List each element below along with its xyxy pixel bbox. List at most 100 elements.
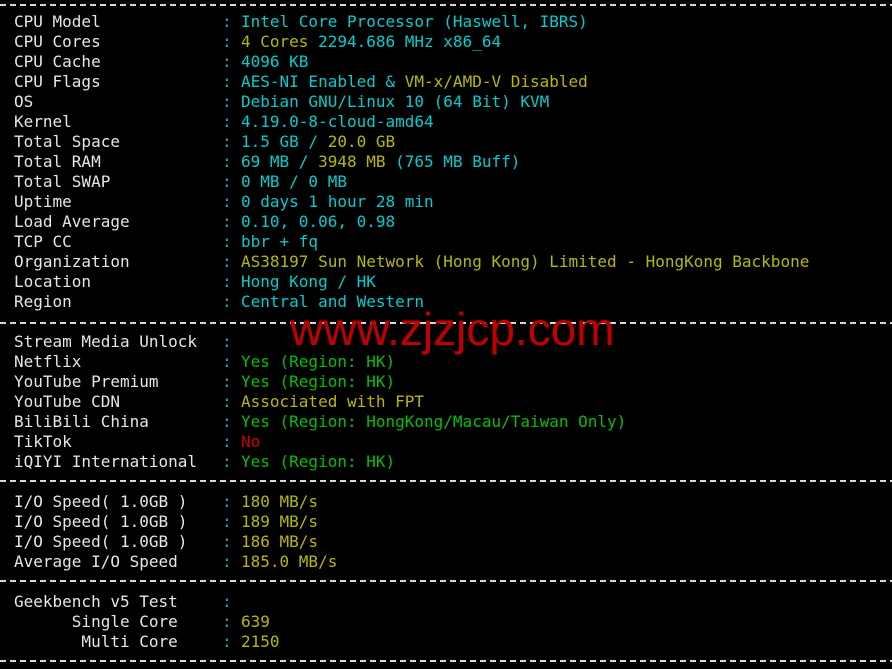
- info-row-value: Yes (Region: HK): [241, 452, 395, 472]
- info-row: Netflix: Yes (Region: HK): [0, 352, 892, 372]
- info-row-label: Load Average: [14, 212, 130, 231]
- info-row-value-segment: (765 MB Buff): [395, 152, 521, 171]
- info-row: Region: Central and Western: [0, 292, 892, 312]
- info-row-label: YouTube Premium: [14, 372, 159, 391]
- info-row: Single Core:639: [0, 612, 892, 632]
- info-row-colon: :: [222, 132, 232, 151]
- info-row-label: Kernel: [14, 112, 72, 131]
- terminal-window: CPU Model: Intel Core Processor (Haswell,…: [0, 0, 892, 669]
- info-row-colon: :: [222, 92, 232, 111]
- section-separator: [0, 480, 892, 482]
- info-row-value: 69 MB / 3948 MB (765 MB Buff): [241, 152, 520, 172]
- section-separator: [0, 580, 892, 582]
- info-row: Stream Media Unlock:: [0, 332, 892, 352]
- info-row-value: AS38197 Sun Network (Hong Kong) Limited …: [241, 252, 809, 272]
- info-row-colon: :: [222, 172, 232, 191]
- info-row-value: 189 MB/s: [241, 512, 318, 532]
- section-separator: [0, 322, 892, 324]
- info-row-label: Stream Media Unlock: [14, 332, 198, 351]
- info-row-value: Yes (Region: HK): [241, 352, 395, 372]
- info-row-label: Geekbench v5 Test: [14, 592, 178, 611]
- info-row: YouTube Premium: Yes (Region: HK): [0, 372, 892, 392]
- info-row-colon: :: [222, 292, 232, 311]
- info-row-colon: :: [222, 632, 232, 651]
- info-row-label: Region: [14, 292, 72, 311]
- info-row-value-segment: 0 days 1 hour 28 min: [241, 192, 434, 211]
- info-row-label: CPU Flags: [14, 72, 101, 91]
- info-row-value-segment: VM-x/AMD-V Disabled: [404, 72, 588, 91]
- info-row-label: Netflix: [14, 352, 82, 371]
- info-row-colon: :: [222, 372, 232, 391]
- info-row-colon: :: [222, 232, 232, 251]
- info-row: Total SWAP:0 MB / 0 MB: [0, 172, 892, 192]
- info-row-label: Total RAM: [14, 152, 101, 171]
- info-row: YouTube CDN: Associated with FPT: [0, 392, 892, 412]
- info-row: CPU Model: Intel Core Processor (Haswell,…: [0, 12, 892, 32]
- info-row: TCP CC: bbr + fq: [0, 232, 892, 252]
- info-row-value-segment: 0 MB / 0 MB: [241, 172, 347, 191]
- info-row-value-segment: AS38197 Sun Network (Hong Kong) Limited …: [241, 252, 810, 271]
- info-row-label: BiliBili China: [14, 412, 149, 431]
- info-row: CPU Flags: AES-NI Enabled & VM-x/AMD-V Di…: [0, 72, 892, 92]
- info-row-label: CPU Cache: [14, 52, 101, 71]
- info-row-colon: :: [222, 412, 232, 431]
- info-row: Multi Core:2150: [0, 632, 892, 652]
- info-row-value-segment: Yes (Region: HK): [241, 352, 396, 371]
- info-row-value-segment: Hong Kong / HK: [241, 272, 376, 291]
- info-row: I/O Speed( 1.0GB ):189 MB/s: [0, 512, 892, 532]
- info-row-value-segment: 2150: [241, 632, 280, 651]
- info-row-label: I/O Speed( 1.0GB ): [14, 492, 188, 511]
- info-row-value: 4.19.0-8-cloud-amd64: [241, 112, 434, 132]
- info-row-label: TCP CC: [14, 232, 72, 251]
- info-row-label: Location: [14, 272, 92, 291]
- info-row-colon: :: [222, 452, 232, 471]
- info-row-value: Debian GNU/Linux 10 (64 Bit) KVM: [241, 92, 549, 112]
- info-row-value-segment: Associated with FPT: [241, 392, 425, 411]
- info-row: CPU Cache:4096 KB: [0, 52, 892, 72]
- info-row-colon: :: [222, 12, 232, 31]
- info-row-colon: :: [222, 392, 232, 411]
- info-row-label: Organization: [14, 252, 130, 271]
- info-row-colon: :: [222, 32, 232, 51]
- info-row-value: 180 MB/s: [241, 492, 318, 512]
- info-row-colon: :: [222, 72, 232, 91]
- info-row-colon: :: [222, 512, 232, 531]
- info-row-value: No: [241, 432, 260, 452]
- info-row-value: 1.5 GB / 20.0 GB: [241, 132, 395, 152]
- info-row-colon: :: [222, 532, 232, 551]
- info-row-value-segment: 3948 MB: [318, 152, 396, 171]
- info-row-value-segment: bbr + fq: [241, 232, 319, 251]
- info-row-label: CPU Model: [14, 12, 101, 31]
- info-row: I/O Speed( 1.0GB ):186 MB/s: [0, 532, 892, 552]
- info-row-label: I/O Speed( 1.0GB ): [14, 512, 188, 531]
- info-row-value: 186 MB/s: [241, 532, 318, 552]
- info-row-colon: :: [222, 612, 232, 631]
- info-row-value-segment: 1.5 GB /: [241, 132, 328, 151]
- info-row-label: Single Core: [14, 612, 178, 631]
- info-row-label: I/O Speed( 1.0GB ): [14, 532, 188, 551]
- info-row: iQIYI International: Yes (Region: HK): [0, 452, 892, 472]
- info-row-value-segment: AES-NI Enabled &: [241, 72, 405, 91]
- info-row-colon: :: [222, 52, 232, 71]
- info-row: Load Average:0.10, 0.06, 0.98: [0, 212, 892, 232]
- info-row-label: Average I/O Speed: [14, 552, 178, 571]
- info-row-value: 4 Cores 2294.686 MHz x86_64: [241, 32, 501, 52]
- info-row-value: 185.0 MB/s: [241, 552, 337, 572]
- info-row-value-segment: 185.0 MB/s: [241, 552, 338, 571]
- info-row-value-segment: Yes (Region: HongKong/Macau/Taiwan Only): [241, 412, 627, 431]
- info-row-label: OS: [14, 92, 34, 111]
- info-row: I/O Speed( 1.0GB ):180 MB/s: [0, 492, 892, 512]
- info-row-colon: :: [222, 112, 232, 131]
- info-row-value-segment: 4.19.0-8-cloud-amd64: [241, 112, 434, 131]
- info-row-value-segment: 4 Cores: [241, 32, 319, 51]
- info-row-label: iQIYI International: [14, 452, 198, 471]
- info-row-value: Yes (Region: HongKong/Macau/Taiwan Only): [241, 412, 626, 432]
- info-row-value: Intel Core Processor (Haswell, IBRS): [241, 12, 588, 32]
- info-row-value-segment: 189 MB/s: [241, 512, 319, 531]
- info-row: Organization: AS38197 Sun Network (Hong K…: [0, 252, 892, 272]
- info-row: Geekbench v5 Test:: [0, 592, 892, 612]
- info-row-value-segment: Yes (Region: HK): [241, 372, 396, 391]
- info-row-value-segment: 639: [241, 612, 270, 631]
- info-row-value-segment: Debian GNU/Linux 10 (64 Bit) KVM: [241, 92, 550, 111]
- info-row-label: YouTube CDN: [14, 392, 120, 411]
